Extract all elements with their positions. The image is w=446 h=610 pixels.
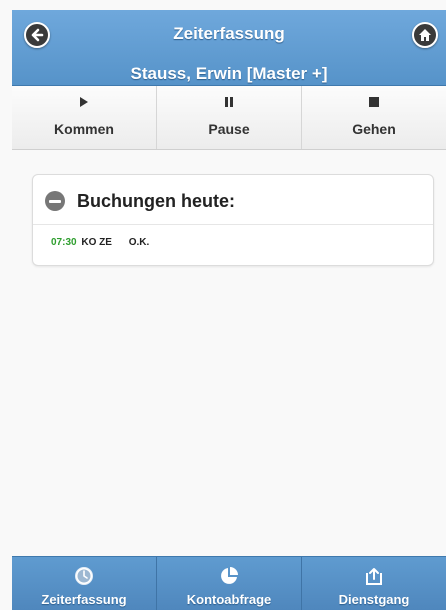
app-frame: Zeiterfassung Stauss, Erwin [Master +] K…: [0, 0, 446, 610]
pause-label: Pause: [208, 121, 250, 137]
nav-kontoabfrage-label: Kontoabfrage: [186, 592, 272, 607]
gehen-label: Gehen: [352, 121, 396, 137]
kommen-button[interactable]: Kommen: [12, 86, 157, 149]
home-button[interactable]: [412, 22, 438, 48]
nav-zeiterfassung-label: Zeiterfassung: [41, 592, 127, 607]
gehen-button[interactable]: Gehen: [302, 86, 446, 149]
play-icon: [12, 95, 156, 107]
clock-icon: [74, 566, 94, 591]
collapse-icon[interactable]: [45, 191, 65, 211]
home-icon: [419, 29, 431, 41]
kommen-label: Kommen: [54, 121, 114, 137]
page-title: Zeiterfassung: [173, 24, 285, 43]
footer-nav: Zeiterfassung Kontoabfrage Dienstgang: [12, 556, 446, 610]
pause-button[interactable]: Pause: [157, 86, 302, 149]
booking-status: O.K.: [128, 237, 150, 248]
stop-icon: [302, 95, 446, 107]
pie-chart-icon: [219, 566, 239, 591]
booking-code: KO ZE: [81, 237, 112, 248]
bookings-card-header[interactable]: Buchungen heute:: [33, 175, 433, 225]
user-name: Stauss, Erwin [Master +]: [130, 64, 328, 83]
booking-time: 07:30: [51, 237, 77, 248]
bookings-card: Buchungen heute: 07:30 KO ZE O.K.: [32, 174, 434, 266]
nav-kontoabfrage[interactable]: Kontoabfrage: [157, 557, 302, 610]
booking-entry: 07:30 KO ZE O.K.: [51, 237, 149, 248]
nav-dienstgang[interactable]: Dienstgang: [302, 557, 446, 610]
action-toolbar: Kommen Pause Gehen: [12, 86, 446, 150]
upload-icon: [364, 566, 384, 591]
nav-dienstgang-label: Dienstgang: [338, 592, 410, 607]
nav-zeiterfassung[interactable]: Zeiterfassung: [12, 557, 157, 610]
pause-icon: [157, 95, 301, 107]
header-bar: Zeiterfassung Stauss, Erwin [Master +]: [12, 10, 446, 86]
bookings-title: Buchungen heute:: [77, 191, 235, 211]
